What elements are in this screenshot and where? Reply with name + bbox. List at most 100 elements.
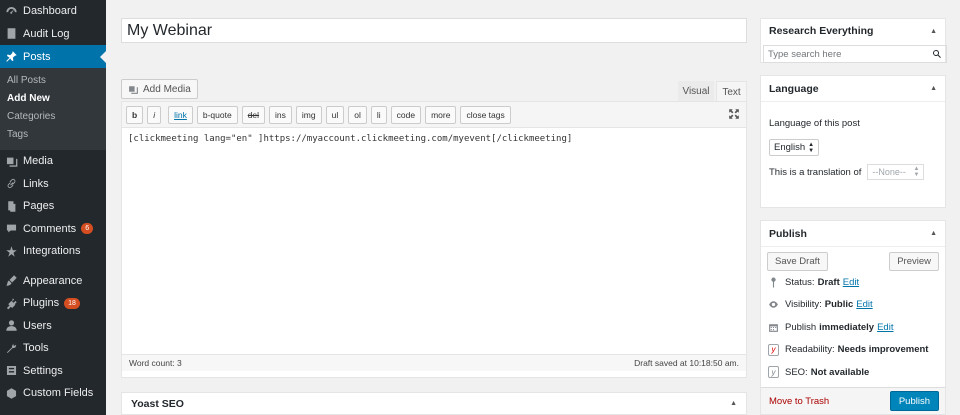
- add-media-icon: [129, 85, 138, 94]
- calendar-icon: [768, 322, 779, 333]
- visibility-value: Public: [824, 299, 854, 311]
- menu-pages[interactable]: Pages: [0, 195, 106, 218]
- menu-links[interactable]: Links: [0, 173, 106, 196]
- qt-ins-button[interactable]: ins: [269, 105, 292, 124]
- research-box: Research Everything ▲ Type search here: [760, 18, 947, 63]
- menu-plugins[interactable]: Plugins 18: [0, 292, 106, 315]
- qt-del-button[interactable]: del: [241, 105, 266, 124]
- add-media-button[interactable]: Add Media: [121, 79, 198, 99]
- admin-sidebar: Dashboard Audit Log Posts All Posts Add …: [0, 0, 106, 415]
- user-icon: [5, 319, 18, 332]
- menu-label: Tools: [23, 342, 49, 355]
- qt-code-button[interactable]: code: [390, 105, 422, 124]
- menu-tools[interactable]: Tools: [0, 337, 106, 360]
- publish-label: Publish: [785, 321, 817, 333]
- editor-textarea[interactable]: [clickmeeting lang="en" ]https://myaccou…: [122, 128, 746, 354]
- translation-label: This is a translation of: [769, 166, 862, 178]
- caret-up-icon[interactable]: ▲: [930, 28, 937, 35]
- qt-blockquote-button[interactable]: b-quote: [196, 105, 238, 124]
- publish-box: Publish ▲ Save Draft Preview Status: Dra…: [760, 220, 946, 415]
- qt-more-button[interactable]: more: [425, 105, 457, 124]
- status-row: Status: Draft Edit: [761, 271, 945, 294]
- menu-media[interactable]: Media: [0, 150, 106, 173]
- media-icon: [5, 155, 18, 168]
- posts-submenu: All Posts Add New Categories Tags: [0, 68, 106, 150]
- audit-log-icon: [5, 27, 18, 40]
- fullscreen-icon[interactable]: [728, 108, 740, 120]
- post-title-input[interactable]: [121, 18, 747, 43]
- integrations-icon: [5, 245, 18, 258]
- submenu-all-posts[interactable]: All Posts: [0, 72, 106, 90]
- word-count: Word count: 3: [129, 358, 182, 368]
- yoast-readability-icon: y: [768, 343, 779, 356]
- tab-text[interactable]: Text: [716, 81, 747, 102]
- quicktags-toolbar: b i link b-quote del ins img ul ol li co…: [122, 102, 746, 128]
- menu-label: Media: [23, 155, 53, 168]
- research-title: Research Everything: [769, 25, 874, 37]
- submenu-add-new[interactable]: Add New: [0, 90, 106, 108]
- tab-visual[interactable]: Visual: [678, 81, 714, 102]
- menu-integrations[interactable]: Integrations: [0, 240, 106, 263]
- qt-bold-button[interactable]: b: [126, 105, 144, 124]
- pin-icon: [5, 50, 18, 63]
- language-selected: English: [774, 142, 806, 153]
- menu-posts[interactable]: Posts: [0, 45, 106, 68]
- comment-icon: [5, 222, 18, 235]
- yoast-seo-box[interactable]: Yoast SEO ▲: [121, 392, 747, 415]
- language-select[interactable]: English ▲ ▼: [769, 139, 820, 156]
- menu-users[interactable]: Users: [0, 315, 106, 338]
- qt-link-button[interactable]: link: [168, 105, 193, 124]
- status-label: Status:: [785, 276, 815, 288]
- menu-audit-log[interactable]: Audit Log: [0, 23, 106, 46]
- menu-label: Dashboard: [23, 5, 77, 18]
- menu-custom-fields[interactable]: Custom Fields: [0, 382, 106, 405]
- readability-row: y Readability: Needs improvement: [761, 339, 945, 362]
- qt-li-button[interactable]: li: [370, 105, 387, 124]
- publish-footer: Move to Trash Publish: [761, 387, 945, 414]
- edit-publish-date-link[interactable]: Edit: [877, 322, 893, 333]
- preview-button[interactable]: Preview: [889, 252, 939, 271]
- menu-label: Custom Fields: [23, 387, 94, 400]
- edit-visibility-link[interactable]: Edit: [856, 299, 872, 310]
- visibility-row: Visibility: Public Edit: [761, 294, 945, 317]
- menu-dashboard[interactable]: Dashboard: [0, 0, 106, 23]
- pin-icon: [768, 277, 779, 288]
- menu-label: Settings: [23, 364, 63, 377]
- readability-label: Readability:: [785, 344, 835, 356]
- qt-close-tags-button[interactable]: close tags: [460, 105, 511, 124]
- menu-label: Links: [23, 177, 49, 190]
- seo-label: SEO:: [785, 366, 808, 378]
- draft-saved-status: Draft saved at 10:18:50 am.: [634, 358, 739, 368]
- qt-ol-button[interactable]: ol: [348, 105, 367, 124]
- caret-up-icon[interactable]: ▲: [930, 85, 937, 92]
- edit-status-link[interactable]: Edit: [843, 277, 859, 288]
- menu-label: Integrations: [23, 245, 81, 258]
- qt-italic-button[interactable]: i: [147, 105, 162, 124]
- plugins-update-badge: 18: [64, 297, 80, 309]
- move-to-trash-link[interactable]: Move to Trash: [769, 396, 829, 407]
- qt-img-button[interactable]: img: [295, 105, 322, 124]
- updown-arrow-icon: ▲ ▼: [808, 141, 815, 154]
- menu-comments[interactable]: Comments 6: [0, 218, 106, 241]
- menu-label: Pages: [23, 200, 55, 213]
- translation-select[interactable]: --None-- ▲ ▼: [867, 164, 925, 180]
- publish-button[interactable]: Publish: [889, 391, 939, 411]
- search-icon[interactable]: [932, 49, 942, 59]
- caret-up-icon[interactable]: ▲: [930, 230, 937, 237]
- submenu-tags[interactable]: Tags: [0, 126, 106, 144]
- publish-value: immediately: [819, 321, 875, 333]
- caret-up-icon[interactable]: ▲: [730, 400, 737, 407]
- menu-appearance[interactable]: Appearance: [0, 270, 106, 293]
- add-media-label: Add Media: [143, 83, 191, 95]
- qt-ul-button[interactable]: ul: [325, 105, 345, 124]
- publish-date-row: Publish immediately Edit: [761, 316, 945, 339]
- research-search-input[interactable]: Type search here: [763, 45, 947, 63]
- language-title: Language: [769, 82, 819, 95]
- menu-label: Comments: [23, 222, 77, 235]
- menu-settings[interactable]: Settings: [0, 360, 106, 383]
- save-draft-button[interactable]: Save Draft: [767, 252, 828, 271]
- visibility-label: Visibility:: [785, 299, 822, 311]
- menu-label: Plugins: [23, 297, 60, 310]
- menu-label: Appearance: [23, 274, 83, 287]
- submenu-categories[interactable]: Categories: [0, 108, 106, 126]
